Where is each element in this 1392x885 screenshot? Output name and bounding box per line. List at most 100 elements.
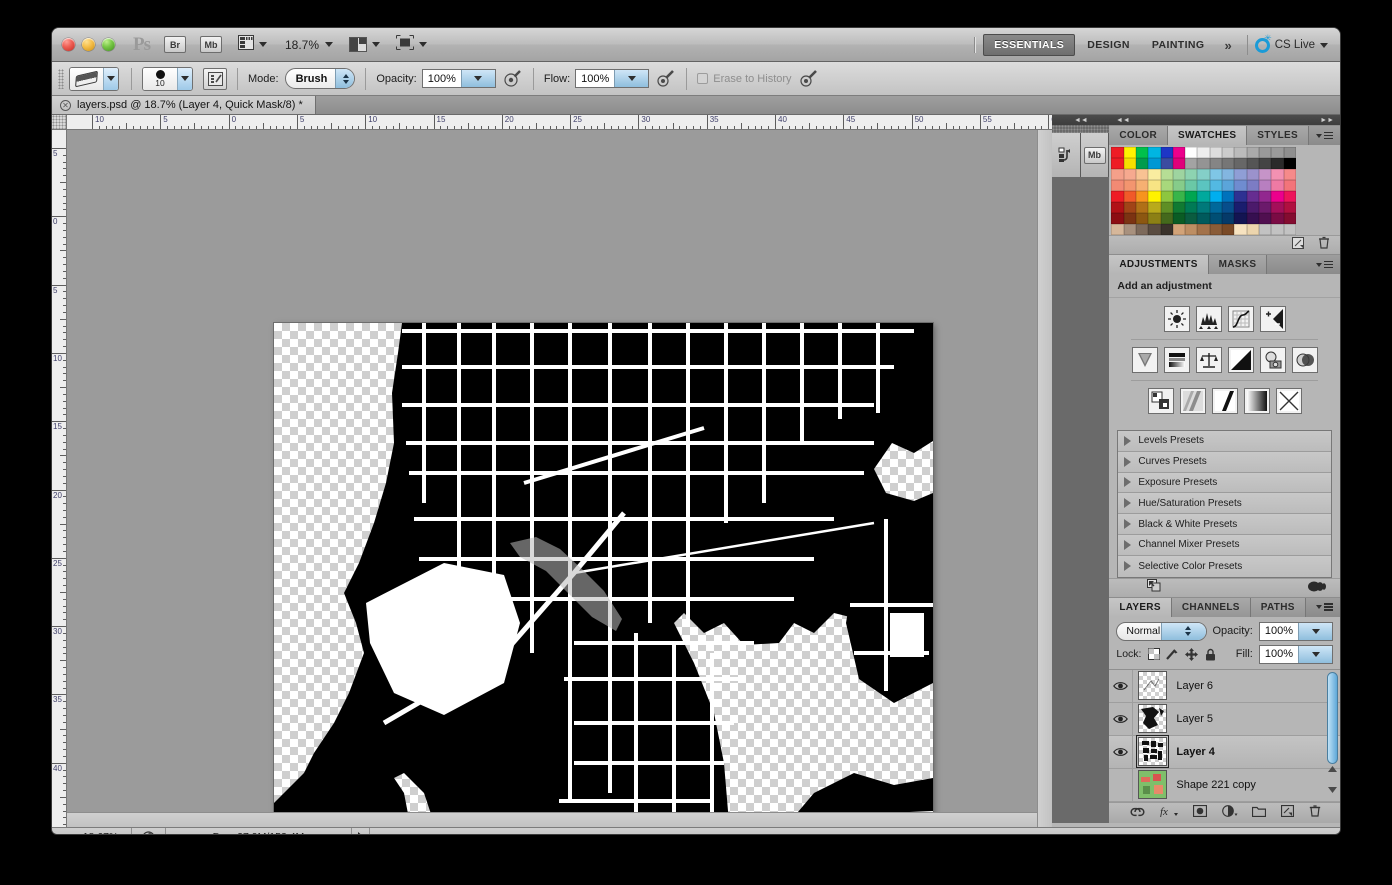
new-swatch-icon[interactable] xyxy=(1292,236,1304,254)
document-tab[interactable]: ✕ layers.psd @ 18.7% (Layer 4, Quick Mas… xyxy=(52,96,316,114)
tab-paths[interactable]: PATHS xyxy=(1250,597,1306,617)
selective-color-icon[interactable] xyxy=(1275,388,1302,414)
color-swatch[interactable] xyxy=(1246,169,1259,180)
color-swatch[interactable] xyxy=(1160,202,1173,213)
color-swatch[interactable] xyxy=(1197,191,1210,202)
return-to-adjustment-list-icon[interactable] xyxy=(1147,578,1161,597)
chevron-down-icon[interactable] xyxy=(1298,645,1332,663)
color-swatch[interactable] xyxy=(1123,202,1136,213)
panel-menu-icon[interactable] xyxy=(1309,255,1340,274)
posterize-icon[interactable] xyxy=(1179,388,1206,414)
color-swatch[interactable] xyxy=(1209,191,1223,202)
color-swatch[interactable] xyxy=(1271,213,1284,224)
color-swatch[interactable] xyxy=(1172,191,1186,202)
color-swatch[interactable] xyxy=(1271,202,1284,213)
collapse-icon[interactable]: ◄◄ xyxy=(1116,117,1130,124)
minimize-window-button[interactable] xyxy=(82,38,95,51)
chevron-down-icon[interactable] xyxy=(460,70,495,87)
color-swatch[interactable] xyxy=(1123,147,1136,158)
color-swatch[interactable] xyxy=(1185,191,1198,202)
new-adjustment-layer-icon[interactable] xyxy=(1221,804,1238,822)
table-row[interactable]: Shape 221 copy xyxy=(1109,768,1340,802)
scroll-up-icon[interactable] xyxy=(1328,759,1337,777)
color-swatch[interactable] xyxy=(1160,213,1173,224)
color-swatch[interactable] xyxy=(1123,213,1136,224)
preset-levels[interactable]: Levels Presets xyxy=(1118,431,1331,452)
color-swatch[interactable] xyxy=(1111,180,1124,191)
color-swatch[interactable] xyxy=(1222,180,1235,191)
color-swatch[interactable] xyxy=(1234,202,1247,213)
layer-name[interactable]: Layer 4 xyxy=(1176,746,1215,758)
curves-icon[interactable] xyxy=(1227,306,1254,332)
color-swatch[interactable] xyxy=(1160,224,1173,235)
lock-transparency-icon[interactable] xyxy=(1147,648,1160,661)
color-swatch[interactable] xyxy=(1246,224,1259,235)
color-swatch[interactable] xyxy=(1135,202,1149,213)
status-doc-info[interactable]: Doc: 27.9M/153.4M xyxy=(166,828,352,834)
color-swatch[interactable] xyxy=(1123,191,1136,202)
chevron-down-icon[interactable] xyxy=(614,70,649,87)
vibrance-icon[interactable] xyxy=(1131,347,1158,373)
close-window-button[interactable] xyxy=(62,38,75,51)
color-swatch[interactable] xyxy=(1283,180,1296,191)
tab-adjustments[interactable]: ADJUSTMENTS xyxy=(1109,255,1209,274)
layer-name[interactable]: Layer 6 xyxy=(1176,680,1213,692)
workspace-overflow-icon[interactable]: » xyxy=(1216,38,1239,53)
color-swatch[interactable] xyxy=(1234,191,1247,202)
black-white-icon[interactable] xyxy=(1227,347,1254,373)
color-swatch[interactable] xyxy=(1148,158,1161,169)
color-swatch[interactable] xyxy=(1234,224,1247,235)
color-swatch[interactable] xyxy=(1185,147,1198,158)
color-swatch[interactable] xyxy=(1258,213,1272,224)
color-swatch[interactable] xyxy=(1185,158,1198,169)
color-swatch[interactable] xyxy=(1258,147,1272,158)
color-swatch[interactable] xyxy=(1148,202,1161,213)
tab-color[interactable]: COLOR xyxy=(1109,126,1168,145)
color-swatch[interactable] xyxy=(1185,169,1198,180)
panel-menu-icon[interactable] xyxy=(1309,598,1340,617)
preview-proxy-icon[interactable] xyxy=(132,828,166,834)
zoom-level-value[interactable]: 18.7% xyxy=(285,38,319,52)
bridge-button[interactable]: Br xyxy=(164,36,186,53)
color-swatch[interactable] xyxy=(1271,224,1284,235)
color-swatch[interactable] xyxy=(1185,213,1198,224)
color-swatch[interactable] xyxy=(1246,180,1259,191)
color-swatch[interactable] xyxy=(1283,158,1296,169)
color-swatch[interactable] xyxy=(1258,224,1272,235)
options-bar-grip[interactable] xyxy=(58,68,64,89)
history-panel-icon[interactable] xyxy=(1052,133,1081,177)
color-swatch[interactable] xyxy=(1148,147,1161,158)
tab-styles[interactable]: STYLES xyxy=(1247,126,1309,145)
add-layer-mask-icon[interactable] xyxy=(1192,804,1208,822)
collapse-icon[interactable]: ◄◄ xyxy=(1074,117,1088,124)
mode-select[interactable]: Brush xyxy=(284,68,356,89)
color-swatch[interactable] xyxy=(1234,158,1247,169)
tab-layers[interactable]: LAYERS xyxy=(1109,597,1172,617)
flow-field[interactable]: 100% xyxy=(575,69,650,88)
layer-thumbnail[interactable] xyxy=(1138,671,1168,701)
color-swatch[interactable] xyxy=(1160,180,1173,191)
preset-curves[interactable]: Curves Presets xyxy=(1118,451,1331,473)
color-swatch[interactable] xyxy=(1123,158,1136,169)
hue-saturation-icon[interactable] xyxy=(1163,347,1190,373)
color-swatch[interactable] xyxy=(1283,202,1296,213)
cs-live-menu[interactable]: CS Live xyxy=(1254,33,1340,53)
delete-swatch-icon[interactable] xyxy=(1318,236,1330,254)
color-swatch[interactable] xyxy=(1246,158,1259,169)
expand-icon[interactable]: ►► xyxy=(1320,117,1334,124)
color-swatch[interactable] xyxy=(1209,158,1223,169)
color-swatch[interactable] xyxy=(1160,169,1173,180)
color-swatch[interactable] xyxy=(1271,191,1284,202)
lock-all-icon[interactable] xyxy=(1204,648,1217,661)
color-swatch[interactable] xyxy=(1222,202,1235,213)
layer-visibility-toggle[interactable] xyxy=(1109,702,1134,735)
color-swatch[interactable] xyxy=(1246,202,1259,213)
color-swatch[interactable] xyxy=(1172,202,1186,213)
color-swatch[interactable] xyxy=(1185,224,1198,235)
color-swatch[interactable] xyxy=(1135,213,1149,224)
color-swatch[interactable] xyxy=(1246,147,1259,158)
gradient-map-icon[interactable] xyxy=(1243,388,1270,414)
canvas-horizontal-scrollbar[interactable] xyxy=(67,812,1037,827)
color-swatch[interactable] xyxy=(1271,158,1284,169)
canvas-viewport[interactable] xyxy=(67,130,1052,827)
